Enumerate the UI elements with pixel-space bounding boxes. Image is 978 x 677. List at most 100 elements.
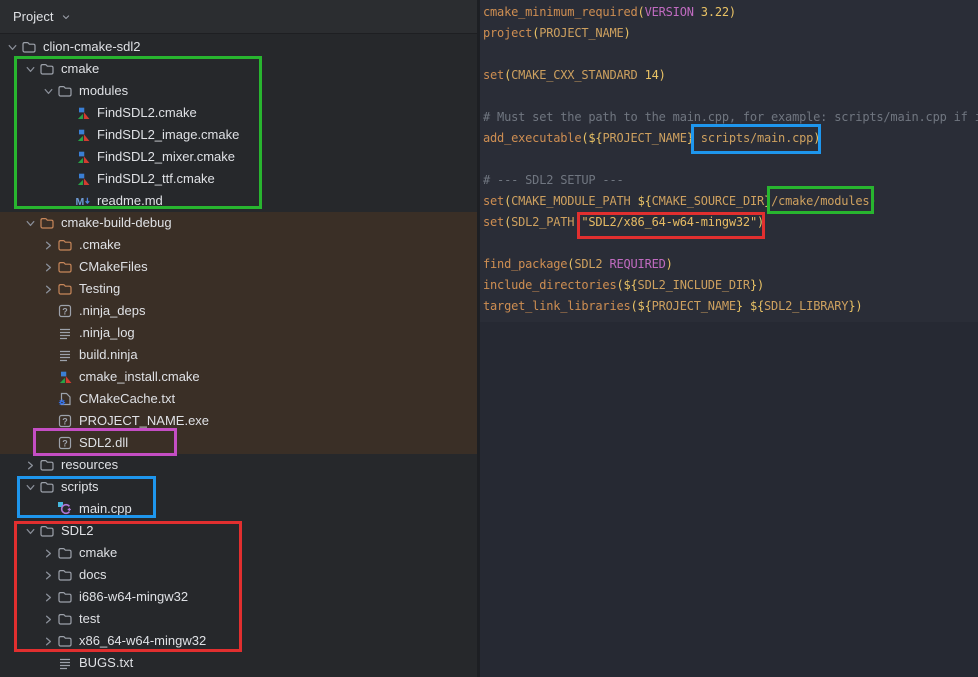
editor-empty-area[interactable] bbox=[480, 322, 978, 677]
folder-icon bbox=[57, 237, 73, 253]
tree-item-test[interactable]: test bbox=[0, 608, 477, 630]
tree-item-clion-cmake-sdl2[interactable]: clion-cmake-sdl2 bbox=[0, 36, 477, 58]
tree-indent-spacer bbox=[58, 127, 75, 143]
tree-item-findsdl2-cmake[interactable]: FindSDL2.cmake bbox=[0, 102, 477, 124]
tree-item-cmakefiles[interactable]: CMakeFiles bbox=[0, 256, 477, 278]
chevron-right-icon[interactable] bbox=[40, 237, 57, 253]
project-tree: clion-cmake-sdl2cmakemodulesFindSDL2.cma… bbox=[0, 34, 477, 677]
tree-item-sdl2-dll[interactable]: ?SDL2.dll bbox=[0, 432, 477, 454]
tree-item-testing[interactable]: Testing bbox=[0, 278, 477, 300]
code-editor[interactable]: cmake_minimum_required(VERSION 3.22)proj… bbox=[480, 0, 978, 677]
tree-item-cmake-build-debug[interactable]: cmake-build-debug bbox=[0, 212, 477, 234]
cache-icon bbox=[57, 391, 73, 407]
tree-item-project-name-exe[interactable]: ? PROJECT_NAME.exe bbox=[0, 410, 477, 432]
tree-indent-spacer bbox=[40, 347, 57, 363]
code-line: find_package(SDL2 REQUIRED) bbox=[483, 254, 978, 275]
tree-item-label: main.cpp bbox=[79, 498, 132, 520]
chevron-right-icon[interactable] bbox=[40, 545, 57, 561]
project-header-title[interactable]: Project bbox=[13, 9, 53, 24]
folder-icon bbox=[57, 589, 73, 605]
code-line bbox=[483, 233, 978, 254]
tree-item-label: FindSDL2.cmake bbox=[97, 102, 197, 124]
tree-item-label: .cmake bbox=[79, 234, 121, 256]
tree-indent-spacer bbox=[58, 105, 75, 121]
tree-item-label: scripts bbox=[61, 476, 99, 498]
chevron-right-icon[interactable] bbox=[40, 611, 57, 627]
chevron-down-icon[interactable] bbox=[22, 523, 39, 539]
tree-item-label: CMakeCache.txt bbox=[79, 388, 175, 410]
tree-item-label: modules bbox=[79, 80, 128, 102]
tree-item-label: .ninja_log bbox=[79, 322, 135, 344]
tree-item-findsdl2-ttf-cmake[interactable]: FindSDL2_ttf.cmake bbox=[0, 168, 477, 190]
tree-indent-spacer bbox=[40, 369, 57, 385]
chevron-right-icon[interactable] bbox=[40, 567, 57, 583]
tree-item-main-cpp[interactable]: main.cpp bbox=[0, 498, 477, 520]
chevron-down-icon[interactable] bbox=[40, 83, 57, 99]
svg-text:?: ? bbox=[62, 416, 68, 426]
folder-icon bbox=[57, 83, 73, 99]
tree-item-i686-w64-mingw32[interactable]: i686-w64-mingw32 bbox=[0, 586, 477, 608]
chevron-right-icon[interactable] bbox=[40, 259, 57, 275]
folder-icon bbox=[57, 611, 73, 627]
chevron-right-icon[interactable] bbox=[22, 457, 39, 473]
code-line: set(CMAKE_CXX_STANDARD 14) bbox=[483, 65, 978, 86]
chevron-right-icon[interactable] bbox=[40, 633, 57, 649]
chevron-right-icon[interactable] bbox=[40, 281, 57, 297]
chevron-down-icon[interactable] bbox=[22, 479, 39, 495]
folder-icon bbox=[21, 39, 37, 55]
chevron-down-icon[interactable] bbox=[4, 39, 21, 55]
project-tool-window: Project clion-cmake-sdl2cmakemodulesFind… bbox=[0, 0, 477, 677]
tree-item-cmake[interactable]: cmake bbox=[0, 58, 477, 80]
tree-item-label: cmake bbox=[79, 542, 117, 564]
ide-window: Project clion-cmake-sdl2cmakemodulesFind… bbox=[0, 0, 978, 677]
code-line: add_executable(${PROJECT_NAME} scripts/m… bbox=[483, 128, 978, 149]
tree-indent-spacer bbox=[40, 303, 57, 319]
tree-item--ninja-log[interactable]: .ninja_log bbox=[0, 322, 477, 344]
tree-item-label: Testing bbox=[79, 278, 120, 300]
tree-item-label: cmake bbox=[61, 58, 99, 80]
code-line: set(CMAKE_MODULE_PATH ${CMAKE_SOURCE_DIR… bbox=[483, 191, 978, 212]
chevron-down-icon[interactable] bbox=[22, 61, 39, 77]
chevron-down-icon[interactable] bbox=[22, 215, 39, 231]
tree-item-label: test bbox=[79, 608, 100, 630]
tree-item-label: docs bbox=[79, 564, 106, 586]
tree-item-docs[interactable]: docs bbox=[0, 564, 477, 586]
tree-item-modules[interactable]: modules bbox=[0, 80, 477, 102]
folder-icon bbox=[57, 567, 73, 583]
tree-item-sdl2[interactable]: SDL2 bbox=[0, 520, 477, 542]
tree-item-label: PROJECT_NAME.exe bbox=[79, 410, 209, 432]
tree-indent-spacer bbox=[40, 655, 57, 671]
tree-item-findsdl2-image-cmake[interactable]: FindSDL2_image.cmake bbox=[0, 124, 477, 146]
tree-item--cmake[interactable]: .cmake bbox=[0, 234, 477, 256]
chevron-down-icon[interactable] bbox=[60, 11, 72, 23]
tree-item--ninja-deps[interactable]: ?.ninja_deps bbox=[0, 300, 477, 322]
folder-icon bbox=[57, 281, 73, 297]
tree-item-resources[interactable]: resources bbox=[0, 454, 477, 476]
tree-item-cmakecache-txt[interactable]: CMakeCache.txt bbox=[0, 388, 477, 410]
tree-item-findsdl2-mixer-cmake[interactable]: FindSDL2_mixer.cmake bbox=[0, 146, 477, 168]
tree-item-cmake[interactable]: cmake bbox=[0, 542, 477, 564]
tree-item-readme-md[interactable]: Mreadme.md bbox=[0, 190, 477, 212]
tree-item-x86-64-w64-mingw32[interactable]: x86_64-w64-mingw32 bbox=[0, 630, 477, 652]
tree-item-label: resources bbox=[61, 454, 118, 476]
tree-item-label: FindSDL2_image.cmake bbox=[97, 124, 239, 146]
svg-text:M: M bbox=[76, 196, 85, 208]
tree-item-label: build.ninja bbox=[79, 344, 138, 366]
tree-indent-spacer bbox=[40, 391, 57, 407]
tree-indent-spacer bbox=[58, 149, 75, 165]
tree-item-cmake-install-cmake[interactable]: cmake_install.cmake bbox=[0, 366, 477, 388]
chevron-right-icon[interactable] bbox=[40, 589, 57, 605]
tree-item-label: .ninja_deps bbox=[79, 300, 146, 322]
code-line: target_link_libraries(${PROJECT_NAME} ${… bbox=[483, 296, 978, 317]
folder-icon bbox=[57, 633, 73, 649]
cmake-icon bbox=[75, 105, 91, 121]
tree-item-bugs-txt[interactable]: BUGS.txt bbox=[0, 652, 477, 674]
tree-indent-spacer bbox=[58, 171, 75, 187]
tree-item-label: CMakeFiles bbox=[79, 256, 148, 278]
tree-indent-spacer bbox=[58, 193, 75, 209]
tree-item-scripts[interactable]: scripts bbox=[0, 476, 477, 498]
code-area[interactable]: cmake_minimum_required(VERSION 3.22)proj… bbox=[480, 0, 978, 322]
tree-item-label: x86_64-w64-mingw32 bbox=[79, 630, 206, 652]
tree-item-build-ninja[interactable]: build.ninja bbox=[0, 344, 477, 366]
code-line: cmake_minimum_required(VERSION 3.22) bbox=[483, 2, 978, 23]
